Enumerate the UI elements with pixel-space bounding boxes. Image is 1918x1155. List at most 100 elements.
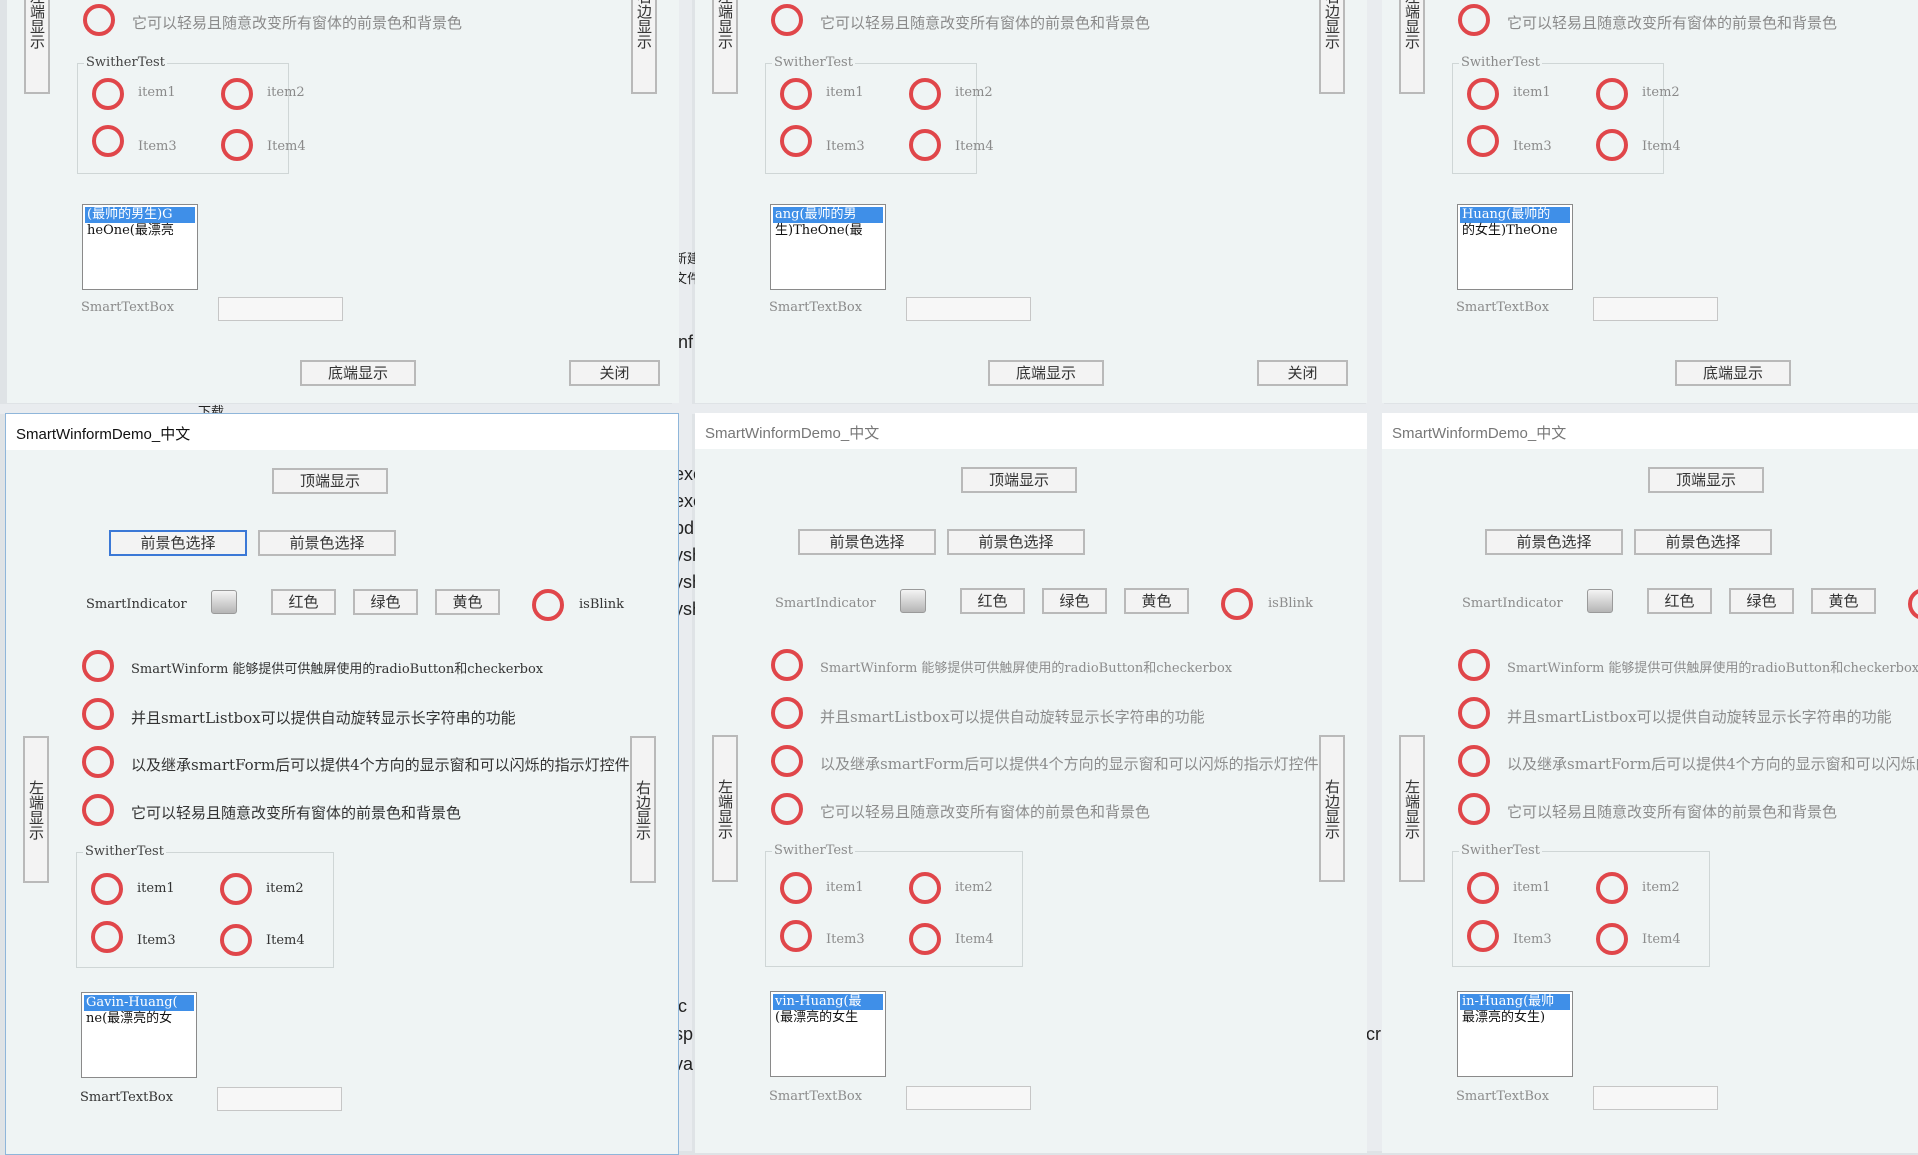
switcher-item3-radio[interactable] bbox=[780, 125, 812, 157]
switcher-item1-radio[interactable] bbox=[1467, 872, 1499, 904]
switcher-item2-radio[interactable] bbox=[221, 78, 253, 110]
switcher-item4-radio[interactable] bbox=[220, 924, 252, 956]
right-display-button[interactable]: 右边显示 bbox=[630, 736, 656, 883]
switcher-item1-radio[interactable] bbox=[92, 78, 124, 110]
bottom-display-button[interactable]: 底端显示 bbox=[988, 360, 1104, 386]
radio-option-4[interactable] bbox=[83, 4, 115, 36]
right-display-button[interactable]: 右边显示 bbox=[1319, 735, 1345, 882]
top-display-button[interactable]: 顶端显示 bbox=[1648, 467, 1764, 493]
radio-option-4[interactable] bbox=[771, 4, 803, 36]
switcher-item3-radio[interactable] bbox=[91, 921, 123, 953]
smart-listbox[interactable]: ang(最帅的男 生)TheOne(最 bbox=[770, 204, 886, 290]
smart-listbox[interactable]: Huang(最帅的 的女生)TheOne bbox=[1457, 204, 1573, 290]
listbox-item[interactable]: 的女生)TheOne bbox=[1460, 223, 1570, 239]
switcher-item4-radio[interactable] bbox=[1596, 129, 1628, 161]
title-bar[interactable]: SmartWinformDemo_中文 bbox=[695, 413, 1367, 449]
fore-color-select-button-2[interactable]: 前景色选择 bbox=[1634, 529, 1772, 555]
radio-option-4[interactable] bbox=[1458, 793, 1490, 825]
bottom-display-button[interactable]: 底端显示 bbox=[1675, 360, 1791, 386]
green-button[interactable]: 绿色 bbox=[1729, 588, 1794, 614]
radio-option-3[interactable] bbox=[82, 746, 114, 778]
listbox-selected-item[interactable]: (最帅的男生)G bbox=[85, 207, 195, 223]
listbox-item[interactable]: 生)TheOne(最 bbox=[773, 223, 883, 239]
close-button[interactable]: 关闭 bbox=[1257, 360, 1348, 386]
fore-color-select-button-2[interactable]: 前景色选择 bbox=[258, 530, 396, 556]
switcher-item4-radio[interactable] bbox=[221, 129, 253, 161]
bottom-display-button[interactable]: 底端显示 bbox=[300, 360, 416, 386]
yellow-button[interactable]: 黄色 bbox=[435, 589, 500, 615]
right-display-button[interactable]: 右边显示 bbox=[1319, 0, 1345, 94]
switcher-item4-radio[interactable] bbox=[909, 129, 941, 161]
switcher-item3-radio[interactable] bbox=[780, 920, 812, 952]
smart-listbox[interactable]: vin-Huang(最 (最漂亮的女生 bbox=[770, 991, 886, 1077]
green-button[interactable]: 绿色 bbox=[353, 589, 418, 615]
smart-listbox[interactable]: Gavin-Huang( ne(最漂亮的女 bbox=[81, 992, 197, 1078]
radio-option-1[interactable] bbox=[82, 650, 114, 682]
switcher-item1-radio[interactable] bbox=[1467, 78, 1499, 110]
is-blink-radio[interactable] bbox=[1221, 588, 1253, 620]
radio-option-2[interactable] bbox=[771, 697, 803, 729]
switcher-item2-radio[interactable] bbox=[1596, 872, 1628, 904]
title-bar[interactable]: SmartWinformDemo_中文 bbox=[1382, 413, 1918, 449]
switcher-item1-radio[interactable] bbox=[780, 78, 812, 110]
listbox-selected-item[interactable]: Huang(最帅的 bbox=[1460, 207, 1570, 223]
left-display-button[interactable]: 左端显示 bbox=[1399, 735, 1425, 882]
radio-option-3[interactable] bbox=[771, 745, 803, 777]
close-button[interactable]: 关闭 bbox=[569, 360, 660, 386]
switcher-item2-radio[interactable] bbox=[220, 873, 252, 905]
switcher-item2-radio[interactable] bbox=[1596, 78, 1628, 110]
right-display-button[interactable]: 右边显示 bbox=[631, 0, 657, 94]
radio-option-1[interactable] bbox=[1458, 649, 1490, 681]
top-display-button[interactable]: 顶端显示 bbox=[961, 467, 1077, 493]
switcher-item3-radio[interactable] bbox=[1467, 920, 1499, 952]
listbox-selected-item[interactable]: vin-Huang(最 bbox=[773, 994, 883, 1010]
switcher-item1-radio[interactable] bbox=[91, 873, 123, 905]
smart-textbox[interactable] bbox=[217, 1087, 342, 1111]
listbox-item[interactable]: heOne(最漂亮 bbox=[85, 223, 195, 239]
radio-option-4[interactable] bbox=[82, 794, 114, 826]
listbox-selected-item[interactable]: Gavin-Huang( bbox=[84, 995, 194, 1011]
fore-color-select-button[interactable]: 前景色选择 bbox=[798, 529, 936, 555]
left-display-button[interactable]: 左端显示 bbox=[24, 0, 50, 94]
listbox-item[interactable]: 最漂亮的女生) bbox=[1460, 1010, 1570, 1026]
red-button[interactable]: 红色 bbox=[960, 588, 1025, 614]
is-blink-radio[interactable] bbox=[532, 589, 564, 621]
switcher-item3-radio[interactable] bbox=[1467, 125, 1499, 157]
is-blink-radio[interactable] bbox=[1908, 588, 1918, 620]
switcher-item2-radio[interactable] bbox=[909, 78, 941, 110]
radio-option-4[interactable] bbox=[1458, 4, 1490, 36]
listbox-selected-item[interactable]: ang(最帅的男 bbox=[773, 207, 883, 223]
title-bar[interactable]: SmartWinformDemo_中文 bbox=[6, 414, 678, 450]
smart-textbox[interactable] bbox=[218, 297, 343, 321]
switcher-item3-radio[interactable] bbox=[92, 125, 124, 157]
smart-listbox[interactable]: in-Huang(最帅 最漂亮的女生) bbox=[1457, 991, 1573, 1077]
radio-option-3[interactable] bbox=[1458, 745, 1490, 777]
listbox-item[interactable]: ne(最漂亮的女 bbox=[84, 1011, 194, 1027]
smart-textbox[interactable] bbox=[906, 1086, 1031, 1110]
yellow-button[interactable]: 黄色 bbox=[1124, 588, 1189, 614]
fore-color-select-button[interactable]: 前景色选择 bbox=[1485, 529, 1623, 555]
yellow-button[interactable]: 黄色 bbox=[1811, 588, 1876, 614]
radio-option-1[interactable] bbox=[771, 649, 803, 681]
radio-option-2[interactable] bbox=[1458, 697, 1490, 729]
fore-color-select-button-2[interactable]: 前景色选择 bbox=[947, 529, 1085, 555]
red-button[interactable]: 红色 bbox=[271, 589, 336, 615]
fore-color-select-button[interactable]: 前景色选择 bbox=[109, 530, 247, 556]
listbox-item[interactable]: (最漂亮的女生 bbox=[773, 1010, 883, 1026]
left-display-button[interactable]: 左端显示 bbox=[712, 735, 738, 882]
left-display-button[interactable]: 左端显示 bbox=[23, 736, 49, 883]
top-display-button[interactable]: 顶端显示 bbox=[272, 468, 388, 494]
smart-textbox[interactable] bbox=[906, 297, 1031, 321]
smart-textbox[interactable] bbox=[1593, 1086, 1718, 1110]
left-display-button[interactable]: 左端显示 bbox=[1399, 0, 1425, 94]
red-button[interactable]: 红色 bbox=[1647, 588, 1712, 614]
left-display-button[interactable]: 左端显示 bbox=[712, 0, 738, 94]
switcher-item1-radio[interactable] bbox=[780, 872, 812, 904]
switcher-item2-radio[interactable] bbox=[909, 872, 941, 904]
radio-option-4[interactable] bbox=[771, 793, 803, 825]
switcher-item4-radio[interactable] bbox=[1596, 923, 1628, 955]
green-button[interactable]: 绿色 bbox=[1042, 588, 1107, 614]
smart-listbox[interactable]: (最帅的男生)G heOne(最漂亮 bbox=[82, 204, 198, 290]
switcher-item4-radio[interactable] bbox=[909, 923, 941, 955]
listbox-selected-item[interactable]: in-Huang(最帅 bbox=[1460, 994, 1570, 1010]
